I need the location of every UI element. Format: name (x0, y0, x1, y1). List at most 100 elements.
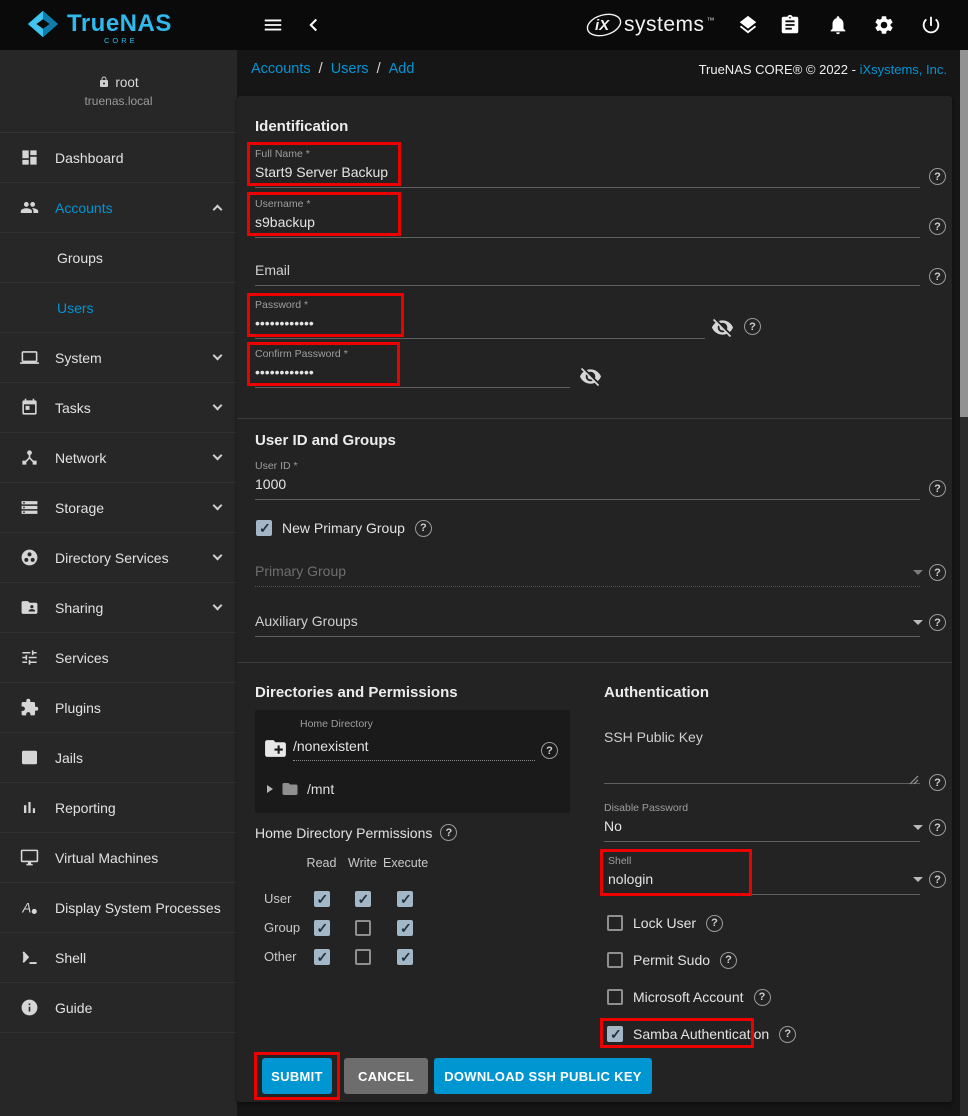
disable-password-value[interactable]: No (604, 818, 920, 842)
help-icon[interactable]: ? (440, 824, 457, 841)
back-chevron-button[interactable] (302, 13, 326, 37)
sidebar-item-reporting[interactable]: Reporting (0, 783, 237, 833)
username-field[interactable]: Username * s9backup (255, 198, 920, 238)
download-ssh-key-button[interactable]: DOWNLOAD SSH PUBLIC KEY (434, 1058, 652, 1094)
user-id-label: User ID * (255, 460, 920, 473)
truecommand-button[interactable] (736, 13, 760, 37)
help-icon[interactable]: ? (929, 871, 946, 888)
sidebar-item-network[interactable]: Network (0, 433, 237, 483)
confirm-password-field[interactable]: Confirm Password * •••••••••••• (255, 348, 570, 388)
breadcrumb-accounts[interactable]: Accounts (251, 61, 311, 77)
help-icon[interactable]: ? (929, 819, 946, 836)
section-divider (237, 662, 952, 663)
sidebar-item-virtual-machines[interactable]: Virtual Machines (0, 833, 237, 883)
sidebar-item-label: Guide (55, 1000, 92, 1016)
password-field[interactable]: Password * •••••••••••• (255, 299, 705, 339)
microsoft-account-checkbox[interactable] (607, 989, 623, 1005)
username-value[interactable]: s9backup (255, 214, 920, 238)
toggle-password-visibility-button[interactable] (579, 365, 602, 388)
alerts-button[interactable] (826, 13, 850, 37)
sidebar-item-sharing[interactable]: Sharing (0, 583, 237, 633)
add-folder-icon[interactable] (263, 736, 288, 766)
help-icon[interactable]: ? (779, 1026, 796, 1043)
perm-other-write-checkbox[interactable] (355, 949, 371, 965)
help-icon[interactable]: ? (415, 520, 432, 537)
sidebar-item-jails[interactable]: Jails (0, 733, 237, 783)
auxiliary-groups-select[interactable]: Auxiliary Groups (255, 613, 920, 637)
tree-node-mnt[interactable]: /mnt (267, 780, 334, 798)
perm-group-execute-checkbox[interactable] (397, 920, 413, 936)
perm-group-read-checkbox[interactable] (314, 920, 330, 936)
help-icon[interactable]: ? (929, 774, 946, 791)
perm-group-write-checkbox[interactable] (355, 920, 371, 936)
sidebar-item-plugins[interactable]: Plugins (0, 683, 237, 733)
help-icon[interactable]: ? (929, 268, 946, 285)
help-icon[interactable]: ? (754, 989, 771, 1006)
scrollbar[interactable] (960, 50, 968, 1116)
ixsystems-link[interactable]: iXsystems, Inc. (860, 62, 947, 77)
help-icon[interactable]: ? (720, 952, 737, 969)
help-icon[interactable]: ? (541, 742, 558, 759)
user-id-field[interactable]: User ID * 1000 (255, 460, 920, 500)
permit-sudo-checkbox[interactable] (607, 952, 623, 968)
lock-user-checkbox[interactable] (607, 915, 623, 931)
primary-group-placeholder[interactable]: Primary Group (255, 563, 920, 587)
lock-icon (98, 76, 110, 88)
perm-user-write-checkbox[interactable] (355, 891, 371, 907)
layers-icon (737, 14, 759, 36)
auxiliary-groups-placeholder[interactable]: Auxiliary Groups (255, 613, 920, 637)
perm-user-execute-checkbox[interactable] (397, 891, 413, 907)
cancel-button[interactable]: CANCEL (344, 1058, 428, 1094)
breadcrumb-users[interactable]: Users (331, 61, 369, 77)
help-icon[interactable]: ? (929, 168, 946, 185)
sidebar-item-shell[interactable]: Shell (0, 933, 237, 983)
perm-user-read-checkbox[interactable] (314, 891, 330, 907)
email-placeholder[interactable]: Email (255, 262, 920, 286)
sidebar-item-users[interactable]: Users (0, 283, 237, 333)
sidebar-item-display-system-processes[interactable]: A Display System Processes (0, 883, 237, 933)
password-value[interactable]: •••••••••••• (255, 315, 705, 339)
home-directory-value[interactable]: /nonexistent (293, 738, 535, 761)
help-icon[interactable]: ? (929, 564, 946, 581)
sidebar-item-dashboard[interactable]: Dashboard (0, 133, 237, 183)
submit-button[interactable]: SUBMIT (262, 1058, 332, 1094)
shell-select[interactable]: Shell nologin (608, 855, 920, 895)
shell-value[interactable]: nologin (608, 871, 920, 895)
ssh-public-key-textarea[interactable] (604, 783, 920, 784)
primary-group-select[interactable]: Primary Group (255, 563, 920, 587)
breadcrumb-add[interactable]: Add (389, 61, 415, 77)
full-name-value[interactable]: Start9 Server Backup (255, 164, 920, 188)
toggle-password-visibility-button[interactable] (711, 316, 734, 339)
menu-toggle-button[interactable] (261, 13, 285, 37)
confirm-password-value[interactable]: •••••••••••• (255, 364, 570, 388)
resize-handle-icon[interactable] (909, 772, 919, 790)
help-icon[interactable]: ? (929, 614, 946, 631)
sidebar-item-services[interactable]: Services (0, 633, 237, 683)
settings-button[interactable] (872, 13, 896, 37)
power-button[interactable] (919, 13, 943, 37)
tree-expand-icon[interactable] (267, 785, 273, 793)
sidebar-item-groups[interactable]: Groups (0, 233, 237, 283)
perm-row-label: User (255, 884, 301, 913)
sidebar-item-tasks[interactable]: Tasks (0, 383, 237, 433)
new-primary-group-checkbox[interactable] (256, 520, 272, 536)
help-icon[interactable]: ? (929, 480, 946, 497)
sidebar-item-directory-services[interactable]: Directory Services (0, 533, 237, 583)
disable-password-select[interactable]: Disable Password No (604, 802, 920, 842)
user-id-value[interactable]: 1000 (255, 476, 920, 500)
sidebar-item-accounts[interactable]: Accounts (0, 183, 237, 233)
samba-authentication-checkbox[interactable] (607, 1026, 623, 1042)
perm-other-execute-checkbox[interactable] (397, 949, 413, 965)
truenas-logo[interactable]: TrueNAS CORE (26, 8, 172, 40)
help-icon[interactable]: ? (744, 318, 761, 335)
scrollbar-thumb[interactable] (960, 50, 968, 417)
sidebar-item-storage[interactable]: Storage (0, 483, 237, 533)
sidebar-item-guide[interactable]: Guide (0, 983, 237, 1033)
perm-other-read-checkbox[interactable] (314, 949, 330, 965)
full-name-field[interactable]: Full Name * Start9 Server Backup (255, 148, 920, 188)
sidebar-item-system[interactable]: System (0, 333, 237, 383)
jobs-button[interactable] (778, 13, 802, 37)
help-icon[interactable]: ? (706, 915, 723, 932)
email-field[interactable]: Email (255, 262, 920, 286)
help-icon[interactable]: ? (929, 218, 946, 235)
